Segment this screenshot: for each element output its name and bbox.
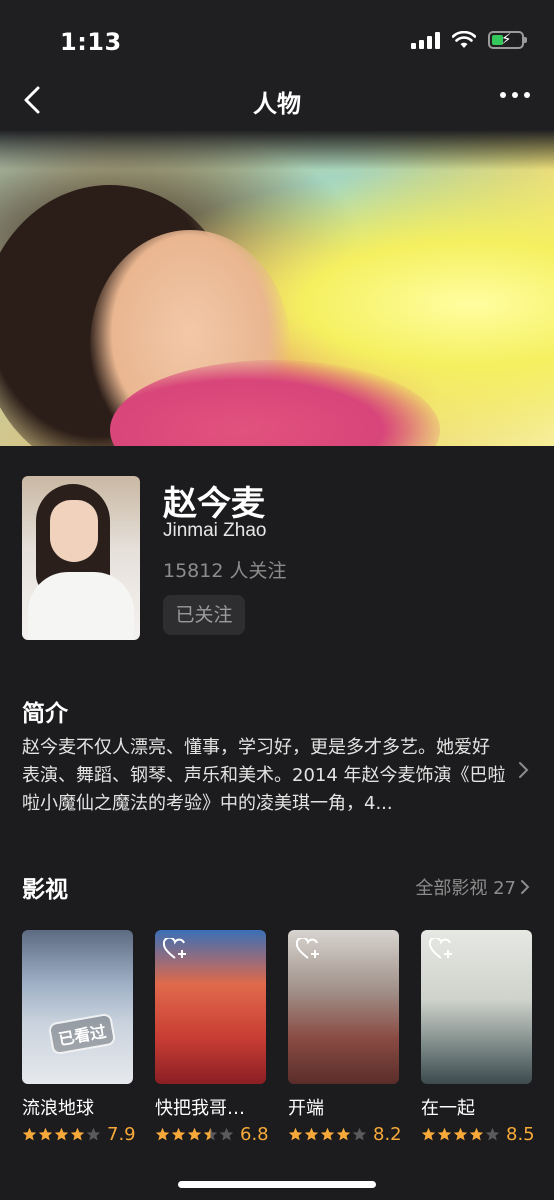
more-icon[interactable] [500, 92, 530, 98]
works-heading: 影视 [22, 877, 68, 903]
page-title: 人物 [253, 90, 301, 118]
star-icon [304, 1127, 319, 1142]
star-rating [155, 1127, 234, 1142]
star-icon [352, 1127, 367, 1142]
wifi-icon [452, 31, 476, 48]
movie-title: 流浪地球 [22, 1098, 94, 1119]
movie-score: 8.5 [506, 1124, 535, 1145]
movie-title: 在一起 [421, 1098, 475, 1119]
movie-card[interactable]: 在一起 8.5 [421, 930, 535, 1145]
add-favorite-icon[interactable] [429, 938, 455, 960]
star-icon [187, 1127, 202, 1142]
follower-count: 15812 人关注 [163, 560, 287, 582]
movie-rating: 8.5 [421, 1124, 535, 1145]
home-indicator [178, 1181, 376, 1188]
movie-poster[interactable] [421, 930, 532, 1084]
star-icon [421, 1127, 436, 1142]
movie-score: 6.8 [240, 1124, 269, 1145]
star-icon [288, 1127, 303, 1142]
star-icon [469, 1127, 484, 1142]
star-icon [453, 1127, 468, 1142]
chevron-right-icon [521, 880, 530, 894]
movie-poster[interactable] [288, 930, 399, 1084]
star-rating [421, 1127, 500, 1142]
star-rating [22, 1127, 101, 1142]
signal-icon [411, 31, 440, 49]
star-icon [70, 1127, 85, 1142]
chevron-right-icon[interactable] [516, 760, 530, 780]
add-favorite-icon[interactable] [163, 938, 189, 960]
status-time: 1:13 [60, 28, 122, 56]
movie-poster[interactable] [155, 930, 266, 1084]
hero-banner-image [0, 130, 554, 446]
person-name: 赵今麦 [163, 484, 265, 524]
status-icons: ⚡ [411, 30, 527, 49]
movie-score: 7.9 [107, 1124, 136, 1145]
nav-bar: 人物 [0, 70, 554, 130]
star-icon [320, 1127, 335, 1142]
person-name-en: Jinmai Zhao [163, 520, 267, 541]
see-all-label: 全部影视 27 [415, 878, 516, 899]
star-icon [336, 1127, 351, 1142]
movie-poster[interactable] [22, 930, 133, 1084]
star-icon [22, 1127, 37, 1142]
movie-rating: 6.8 [155, 1124, 269, 1145]
star-icon [155, 1127, 170, 1142]
star-icon [219, 1127, 234, 1142]
movie-title: 开端 [288, 1098, 324, 1119]
movie-card[interactable]: 开端 8.2 [288, 930, 402, 1145]
movie-card[interactable]: 快把我哥… 6.8 [155, 930, 269, 1145]
intro-text[interactable]: 赵今麦不仅人漂亮、懂事，学习好，更是多才多艺。她爱好表演、舞蹈、钢琴、声乐和美术… [22, 734, 506, 818]
star-rating [288, 1127, 367, 1142]
movie-title: 快把我哥… [155, 1098, 245, 1119]
star-icon [437, 1127, 452, 1142]
movie-score: 8.2 [373, 1124, 402, 1145]
intro-heading: 简介 [22, 701, 68, 727]
movie-rating: 8.2 [288, 1124, 402, 1145]
star-icon [86, 1127, 101, 1142]
movie-rating: 7.9 [22, 1124, 136, 1145]
profile-photo[interactable] [22, 476, 140, 640]
battery-icon: ⚡ [488, 30, 527, 49]
star-icon [54, 1127, 69, 1142]
star-icon [203, 1127, 218, 1142]
add-favorite-icon[interactable] [296, 938, 322, 960]
star-icon [171, 1127, 186, 1142]
follow-button[interactable]: 已关注 [163, 595, 245, 635]
star-icon [38, 1127, 53, 1142]
status-bar: 1:13 ⚡ [0, 0, 554, 80]
see-all-works-link[interactable]: 全部影视 27 [415, 874, 530, 900]
star-icon [485, 1127, 500, 1142]
